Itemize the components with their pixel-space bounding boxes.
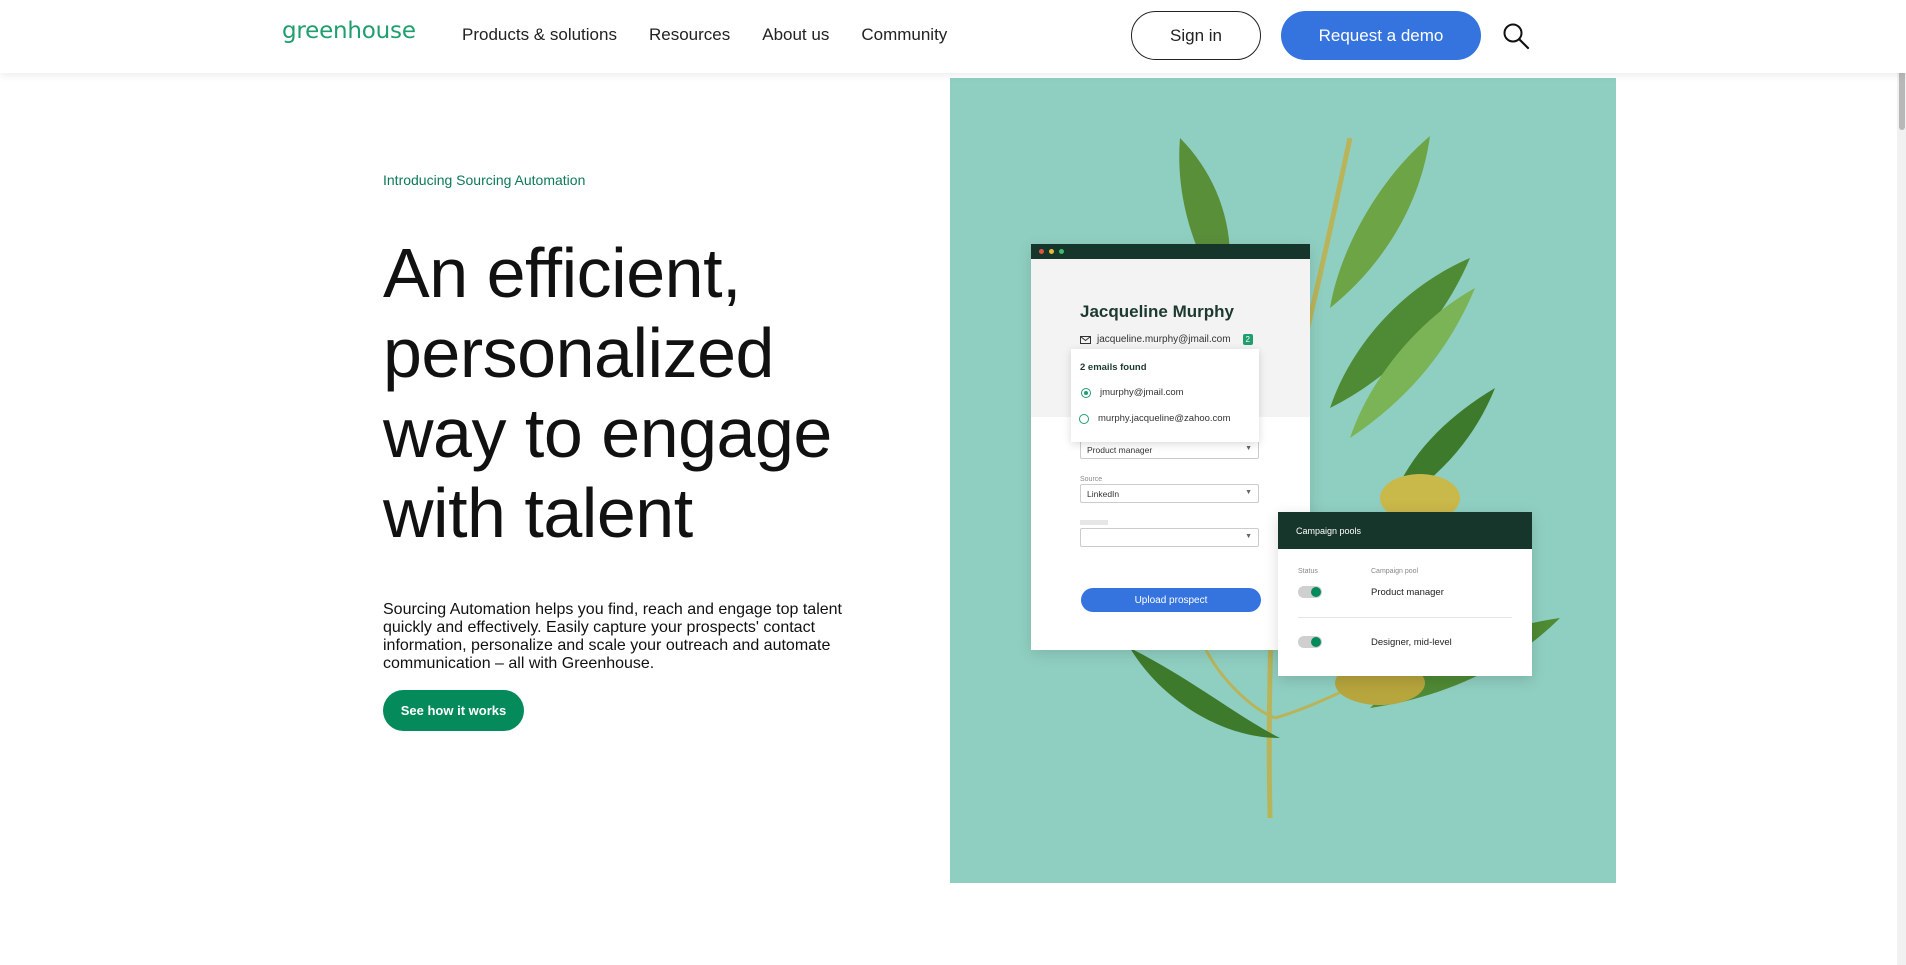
mail-icon [1080, 335, 1091, 344]
empty-select: ▼ [1080, 528, 1259, 547]
campaign-pools-card: Campaign pools Status Campaign pool Prod… [1278, 512, 1532, 676]
email-option-label: murphy.jacqueline@zahoo.com [1098, 413, 1231, 424]
search-icon[interactable] [1502, 22, 1530, 50]
source-label: Source [1080, 476, 1103, 483]
window-titlebar [1031, 244, 1310, 259]
nav-resources[interactable]: Resources [649, 25, 730, 45]
candidate-name: Jacqueline Murphy [1080, 302, 1234, 321]
sign-in-button[interactable]: Sign in [1131, 11, 1261, 60]
hero-description: Sourcing Automation helps you find, reac… [383, 601, 842, 672]
email-option: murphy.jacqueline@zahoo.com [1079, 413, 1231, 424]
upload-prospect-button: Upload prospect [1081, 588, 1261, 612]
toggle-icon [1298, 636, 1322, 648]
close-dot-icon [1039, 249, 1044, 254]
pool-name: Product manager [1371, 587, 1444, 598]
email-count-badge: 2 [1242, 334, 1253, 345]
placeholder-label [1080, 520, 1108, 525]
job-select: Product manager ▼ [1080, 440, 1259, 459]
page-scrollbar[interactable] [1897, 0, 1906, 965]
prospect-card: Jacqueline Murphy jacqueline.murphy@jmai… [1031, 244, 1310, 650]
minimize-dot-icon [1049, 249, 1054, 254]
greenhouse-logo[interactable]: greenhouse [282, 18, 416, 44]
email-option-label: jmurphy@jmail.com [1100, 387, 1184, 398]
nav-about[interactable]: About us [762, 25, 829, 45]
radio-selected-icon [1081, 387, 1091, 398]
maximize-dot-icon [1059, 249, 1064, 254]
status-label: Status [1298, 568, 1318, 575]
campaign-pools-title: Campaign pools [1278, 512, 1532, 549]
chevron-down-icon: ▼ [1245, 489, 1252, 496]
job-select-value: Product manager [1087, 444, 1153, 455]
nav-community[interactable]: Community [861, 25, 947, 45]
source-select: LinkedIn ▼ [1080, 484, 1259, 503]
email-option: jmurphy@jmail.com [1081, 387, 1184, 398]
toggle-icon [1298, 586, 1322, 598]
pool-name: Designer, mid-level [1371, 637, 1452, 648]
chevron-down-icon: ▼ [1245, 533, 1252, 540]
candidate-email: jacqueline.murphy@jmail.com [1097, 334, 1231, 345]
main-nav: Products & solutions Resources About us … [462, 25, 947, 45]
chevron-down-icon: ▼ [1245, 445, 1252, 452]
radio-unselected-icon [1079, 413, 1089, 424]
hero-illustration: Jacqueline Murphy jacqueline.murphy@jmai… [950, 78, 1616, 883]
see-how-it-works-button[interactable]: See how it works [383, 690, 524, 731]
emails-found-popup: 2 emails found jmurphy@jmail.com murphy.… [1071, 349, 1259, 442]
divider [1298, 617, 1512, 618]
email-row: jacqueline.murphy@jmail.com 2 [1080, 334, 1253, 345]
nav-products[interactable]: Products & solutions [462, 25, 617, 45]
popup-title: 2 emails found [1080, 362, 1147, 373]
campaign-pool-label: Campaign pool [1371, 568, 1419, 575]
hero-eyebrow: Introducing Sourcing Automation [383, 172, 586, 188]
hero-headline: An efficient, personalized way to engage… [383, 234, 832, 552]
request-demo-button[interactable]: Request a demo [1281, 11, 1481, 60]
site-header: greenhouse Products & solutions Resource… [0, 0, 1906, 73]
source-select-value: LinkedIn [1087, 488, 1120, 499]
